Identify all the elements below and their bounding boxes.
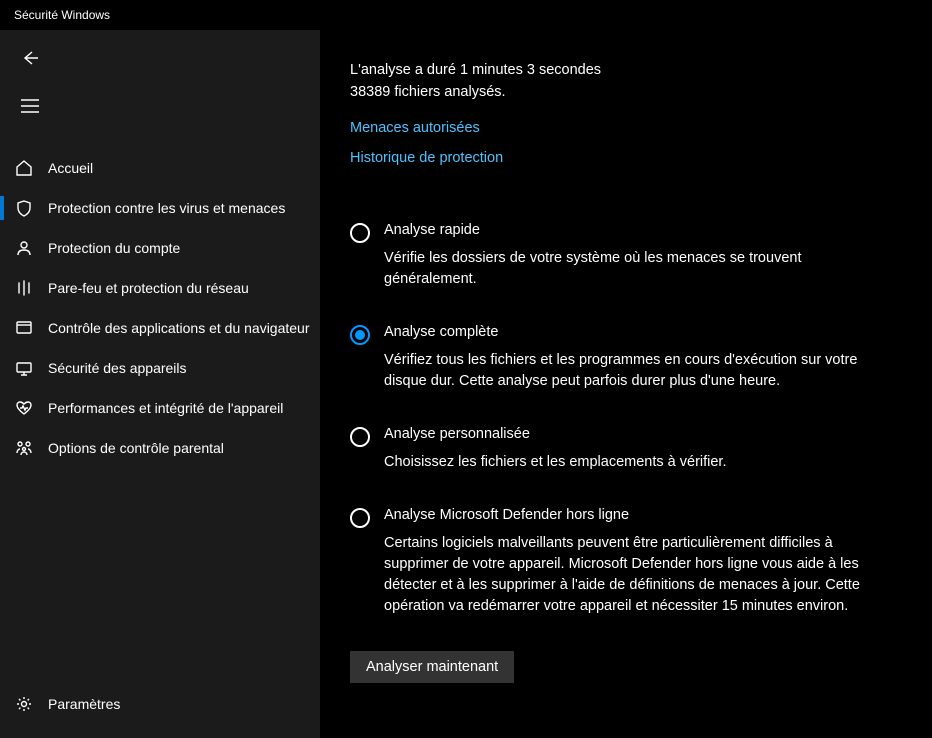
nav-device-security[interactable]: Sécurité des appareils: [0, 348, 320, 388]
option-title: Analyse Microsoft Defender hors ligne: [384, 507, 876, 523]
option-full-scan: Analyse complète Vérifiez tous les fichi…: [350, 324, 876, 392]
back-button[interactable]: [16, 44, 44, 72]
nav-label: Pare-feu et protection du réseau: [48, 280, 249, 296]
heart-icon: [12, 396, 36, 420]
nav-performance-health[interactable]: Performances et intégrité de l'appareil: [0, 388, 320, 428]
nav-label: Accueil: [48, 160, 93, 176]
radio-quick-scan[interactable]: [350, 223, 370, 243]
option-desc: Vérifiez tous les fichiers et les progra…: [384, 350, 876, 392]
scan-duration-text: L'analyse a duré 1 minutes 3 secondes: [350, 60, 876, 82]
option-custom-scan: Analyse personnalisée Choisissez les fic…: [350, 426, 876, 473]
nav-firewall[interactable]: Pare-feu et protection du réseau: [0, 268, 320, 308]
nav-label: Sécurité des appareils: [48, 360, 187, 376]
nav-label: Performances et intégrité de l'appareil: [48, 400, 283, 416]
sidebar: Accueil Protection contre les virus et m…: [0, 30, 320, 738]
main-content: L'analyse a duré 1 minutes 3 secondes 38…: [320, 30, 932, 738]
home-icon: [12, 156, 36, 180]
network-icon: [12, 276, 36, 300]
shield-icon: [12, 196, 36, 220]
nav-label: Paramètres: [48, 696, 120, 712]
radio-offline-scan[interactable]: [350, 508, 370, 528]
arrow-left-icon: [20, 48, 40, 68]
hamburger-icon: [21, 99, 39, 113]
nav-list: Accueil Protection contre les virus et m…: [0, 148, 320, 684]
nav-label: Contrôle des applications et du navigate…: [48, 320, 310, 336]
radio-full-scan[interactable]: [350, 325, 370, 345]
option-title: Analyse complète: [384, 324, 876, 340]
nav-label: Protection du compte: [48, 240, 180, 256]
nav-virus-protection[interactable]: Protection contre les virus et menaces: [0, 188, 320, 228]
nav-home[interactable]: Accueil: [0, 148, 320, 188]
nav-settings[interactable]: Paramètres: [0, 684, 320, 724]
nav-label: Options de contrôle parental: [48, 440, 224, 456]
nav-account-protection[interactable]: Protection du compte: [0, 228, 320, 268]
app-browser-icon: [12, 316, 36, 340]
device-icon: [12, 356, 36, 380]
hamburger-button[interactable]: [16, 92, 44, 120]
option-desc: Certains logiciels malveillants peuvent …: [384, 533, 876, 617]
option-quick-scan: Analyse rapide Vérifie les dossiers de v…: [350, 222, 876, 290]
scan-now-button[interactable]: Analyser maintenant: [350, 651, 514, 683]
app-title: Sécurité Windows: [14, 8, 110, 22]
option-desc: Vérifie les dossiers de votre système où…: [384, 248, 876, 290]
option-title: Analyse rapide: [384, 222, 876, 238]
option-offline-scan: Analyse Microsoft Defender hors ligne Ce…: [350, 507, 876, 617]
radio-custom-scan[interactable]: [350, 427, 370, 447]
option-desc: Choisissez les fichiers et les emplaceme…: [384, 452, 876, 473]
nav-app-browser-control[interactable]: Contrôle des applications et du navigate…: [0, 308, 320, 348]
nav-family-options[interactable]: Options de contrôle parental: [0, 428, 320, 468]
scan-options: Analyse rapide Vérifie les dossiers de v…: [350, 222, 876, 617]
allowed-threats-link[interactable]: Menaces autorisées: [350, 120, 876, 136]
option-title: Analyse personnalisée: [384, 426, 876, 442]
protection-history-link[interactable]: Historique de protection: [350, 150, 876, 166]
titlebar: Sécurité Windows: [0, 0, 932, 30]
gear-icon: [12, 692, 36, 716]
family-icon: [12, 436, 36, 460]
person-icon: [12, 236, 36, 260]
files-scanned-text: 38389 fichiers analysés.: [350, 82, 876, 104]
nav-label: Protection contre les virus et menaces: [48, 200, 285, 216]
